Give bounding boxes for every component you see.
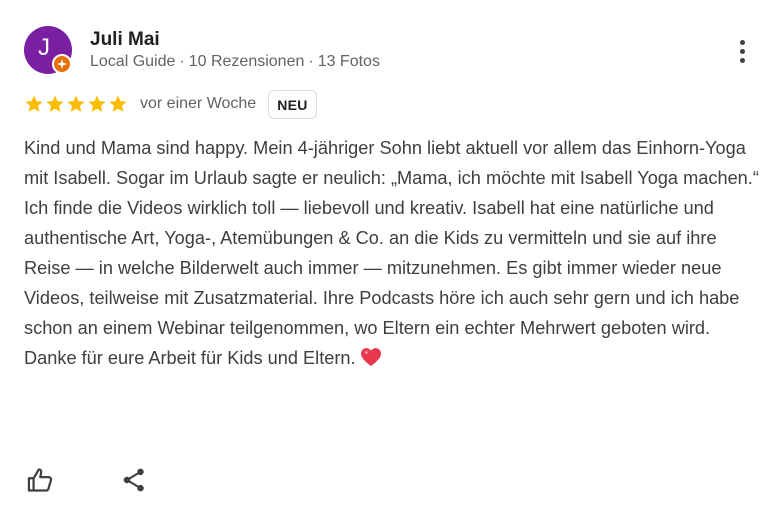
author-role: Local Guide [90, 53, 176, 70]
thumb-up-icon[interactable] [24, 464, 56, 496]
avatar-initial: J [38, 34, 50, 61]
meta-separator: · [308, 53, 314, 70]
star-icon [108, 94, 128, 114]
review-paragraph-text: Ich finde die Videos wirklich toll — lie… [24, 198, 740, 368]
more-vert-icon[interactable] [728, 36, 756, 66]
menu-dot [739, 48, 745, 54]
share-icon[interactable] [118, 464, 150, 496]
star-icon [87, 94, 107, 114]
star-icon [24, 94, 44, 114]
star-icon [45, 94, 65, 114]
review-text: Kind und Mama sind happy. Mein 4-jährige… [24, 133, 764, 376]
star-icon [66, 94, 86, 114]
menu-dot [739, 39, 745, 45]
review-actions [24, 464, 150, 496]
star-rating [24, 94, 128, 114]
review-paragraph: Kind und Mama sind happy. Mein 4-jährige… [24, 138, 759, 188]
menu-dot [739, 57, 745, 63]
rating-row: vor einer Woche NEU [24, 89, 317, 119]
new-badge: NEU [268, 89, 317, 119]
author-avatar-wrap[interactable]: J [24, 26, 72, 74]
author-name[interactable]: Juli Mai [90, 29, 160, 51]
heart-emoji-icon [360, 346, 382, 376]
local-guide-badge-icon [52, 54, 72, 74]
review-paragraph-last: Ich finde die Videos wirklich toll — lie… [24, 193, 764, 376]
author-photo-count: 13 Fotos [317, 53, 380, 70]
review-time: vor einer Woche [140, 95, 257, 112]
author-meta: Local Guide · 10 Rezensionen · 13 Fotos [90, 53, 380, 71]
author-review-count: 10 Rezensionen [188, 53, 305, 70]
meta-separator: · [179, 53, 185, 70]
